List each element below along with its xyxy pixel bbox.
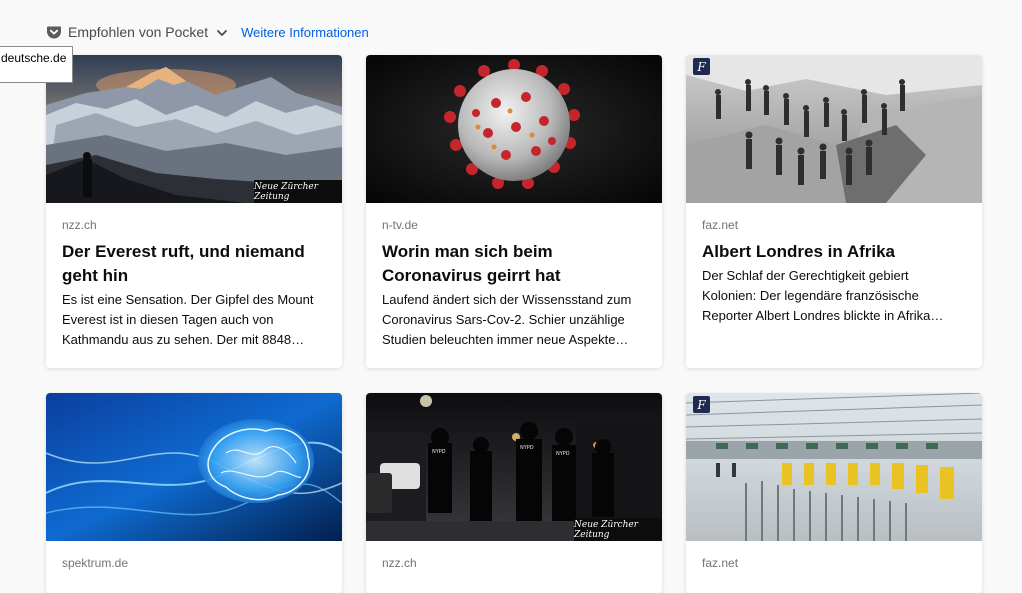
svg-text:NYPD: NYPD [520,445,534,451]
faz-logo: F [693,396,710,413]
faz-logo: F [693,58,710,75]
card-excerpt: Es ist eine Sensation. Der Gipfel des Mo… [62,292,314,347]
story-card[interactable]: spektrum.de [46,393,342,593]
card-source: nzz.ch [382,556,417,570]
coronavirus-image [366,55,662,203]
section-title[interactable]: Empfohlen von Pocket [68,24,208,40]
learn-more-link[interactable]: Weitere Informationen [241,25,369,40]
card-source: faz.net [702,556,739,570]
airport-terminal-image: F [686,393,982,541]
section-header: Empfohlen von Pocket Weitere Information… [46,22,369,42]
publisher-logo: Neue Zürcher Zeitung [574,518,662,541]
card-title[interactable]: Der Everest ruft, und niemand geht hin [62,240,326,288]
historical-workers-image: F [686,55,982,203]
card-source: faz.net [702,218,739,232]
publisher-logo: Neue Zürcher Zeitung [254,180,342,203]
card-source: nzz.ch [62,218,97,232]
card-excerpt: Der Schlaf der Gerechtigkeit gebiert Kol… [702,268,944,323]
brain-image [46,393,342,541]
story-card[interactable]: n-tv.de Worin man sich beim Coronavirus … [366,55,662,368]
card-source: n-tv.de [382,218,418,232]
story-card[interactable]: Neue Zürcher Zeitung nzz.ch Der Everest … [46,55,342,368]
police-night-image: NYPD NYPD NYPD Neue Zürcher Zeitung [366,393,662,541]
card-source: spektrum.de [62,556,129,570]
story-card[interactable]: NYPD NYPD NYPD Neue Zürcher Zeitung nzz.… [366,393,662,593]
story-card[interactable]: F faz.net Albert Londres in Afrika Der S… [686,55,982,368]
story-card[interactable]: F faz.net [686,393,982,593]
tooltip: deutsche.de [0,46,74,83]
mountain-everest-image: Neue Zürcher Zeitung [46,55,342,203]
card-title[interactable]: Worin man sich beim Coronavirus geirrt h… [382,240,646,288]
card-title[interactable]: Albert Londres in Afrika [702,240,966,264]
card-excerpt: Laufend ändert sich der Wissensstand zum… [382,292,632,347]
svg-text:NYPD: NYPD [432,449,446,455]
pocket-icon [46,24,62,40]
svg-text:NYPD: NYPD [556,451,570,457]
chevron-down-icon[interactable] [216,26,228,38]
